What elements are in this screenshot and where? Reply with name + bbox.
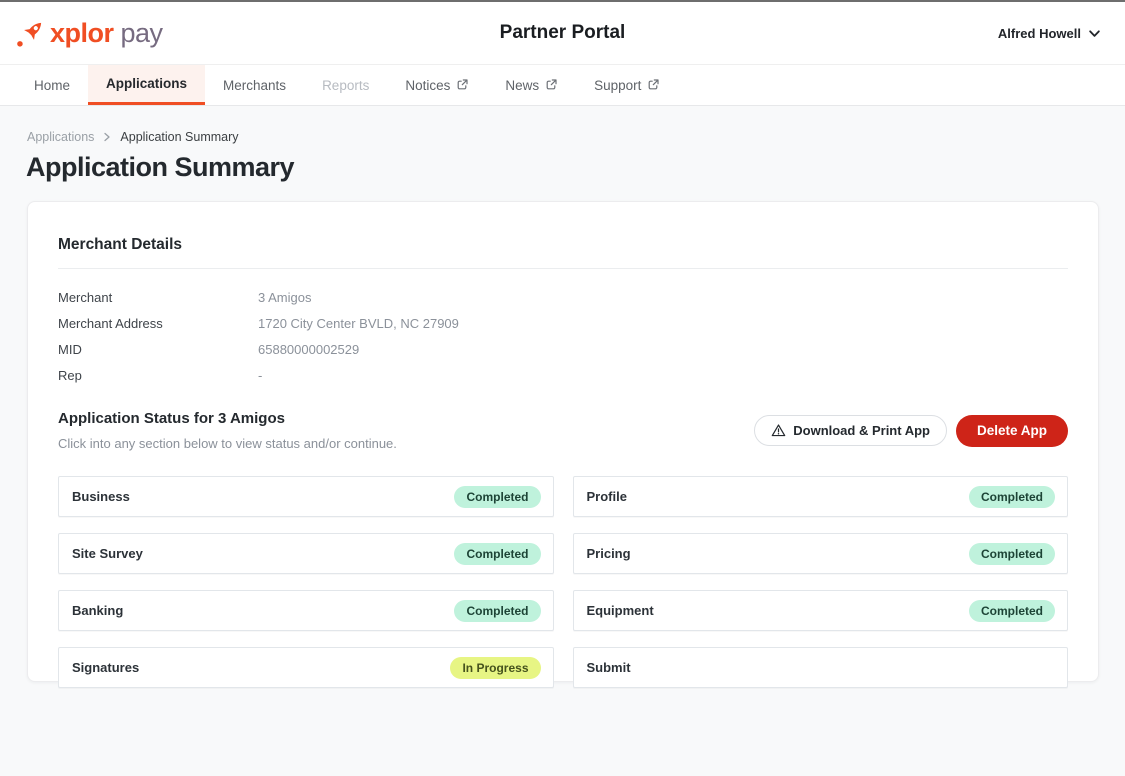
divider	[58, 268, 1068, 269]
detail-row-merchant: Merchant 3 Amigos	[58, 289, 1068, 306]
application-summary-card: Merchant Details Merchant 3 Amigos Merch…	[27, 201, 1099, 682]
detail-value: 3 Amigos	[258, 289, 311, 306]
app-header: xplor pay Partner Portal Alfred Howell	[0, 2, 1125, 64]
tile-site-survey[interactable]: Site Survey Completed	[58, 533, 554, 574]
download-print-app-button[interactable]: Download & Print App	[754, 415, 947, 446]
delete-app-button[interactable]: Delete App	[956, 415, 1068, 447]
nav-item-support[interactable]: Support	[576, 65, 678, 105]
status-badge: Completed	[969, 543, 1055, 565]
detail-row-merchant-address: Merchant Address 1720 City Center BVLD, …	[58, 315, 1068, 332]
nav-item-reports[interactable]: Reports	[304, 65, 387, 105]
status-badge: Completed	[969, 600, 1055, 622]
tile-equipment[interactable]: Equipment Completed	[573, 590, 1069, 631]
external-link-icon	[545, 78, 558, 91]
detail-label: MID	[58, 341, 258, 358]
nav-item-merchants[interactable]: Merchants	[205, 65, 304, 105]
main-content: Applications Application Summary Applica…	[0, 106, 1125, 776]
breadcrumb-current: Application Summary	[120, 130, 238, 144]
external-link-icon	[456, 78, 469, 91]
tile-submit[interactable]: Submit	[573, 647, 1069, 688]
warning-triangle-icon	[771, 423, 786, 438]
rocket-icon	[14, 16, 48, 50]
merchant-details-heading: Merchant Details	[58, 236, 1068, 254]
xplor-pay-logo[interactable]: xplor pay	[14, 16, 163, 50]
breadcrumb: Applications Application Summary	[0, 106, 1125, 144]
tile-business[interactable]: Business Completed	[58, 476, 554, 517]
detail-value: 1720 City Center BVLD, NC 27909	[258, 315, 459, 332]
detail-row-mid: MID 65880000002529	[58, 341, 1068, 358]
tile-banking[interactable]: Banking Completed	[58, 590, 554, 631]
portal-title: Partner Portal	[0, 22, 1125, 44]
status-badge: Completed	[969, 486, 1055, 508]
breadcrumb-applications[interactable]: Applications	[27, 130, 94, 144]
detail-row-rep: Rep -	[58, 367, 1068, 384]
nav-item-applications[interactable]: Applications	[88, 65, 205, 105]
detail-value: 65880000002529	[258, 341, 359, 358]
user-name: Alfred Howell	[998, 26, 1081, 41]
nav-item-notices[interactable]: Notices	[387, 65, 487, 105]
user-menu[interactable]: Alfred Howell	[998, 26, 1101, 41]
application-status-header: Application Status for 3 Amigos Click in…	[58, 410, 1068, 451]
application-status-subtext: Click into any section below to view sta…	[58, 436, 397, 451]
tile-profile[interactable]: Profile Completed	[573, 476, 1069, 517]
nav-item-news[interactable]: News	[487, 65, 576, 105]
status-badge: Completed	[454, 486, 540, 508]
status-badge: Completed	[454, 543, 540, 565]
nav-item-home[interactable]: Home	[16, 65, 88, 105]
page-title: Application Summary	[0, 144, 1125, 183]
detail-label: Rep	[58, 367, 258, 384]
chevron-down-icon	[1088, 27, 1101, 40]
detail-label: Merchant Address	[58, 315, 258, 332]
tile-signatures[interactable]: Signatures In Progress	[58, 647, 554, 688]
status-tiles-grid: Business Completed Profile Completed Sit…	[58, 476, 1068, 688]
chevron-right-icon	[102, 132, 112, 142]
application-status-heading: Application Status for 3 Amigos	[58, 410, 397, 427]
detail-label: Merchant	[58, 289, 258, 306]
tile-pricing[interactable]: Pricing Completed	[573, 533, 1069, 574]
status-badge: Completed	[454, 600, 540, 622]
logo-brand-text: xplor	[50, 18, 114, 49]
detail-value: -	[258, 367, 262, 384]
external-link-icon	[647, 78, 660, 91]
main-nav: Home Applications Merchants Reports Noti…	[0, 64, 1125, 106]
status-badge: In Progress	[450, 657, 540, 679]
logo-suffix-text: pay	[121, 18, 163, 49]
